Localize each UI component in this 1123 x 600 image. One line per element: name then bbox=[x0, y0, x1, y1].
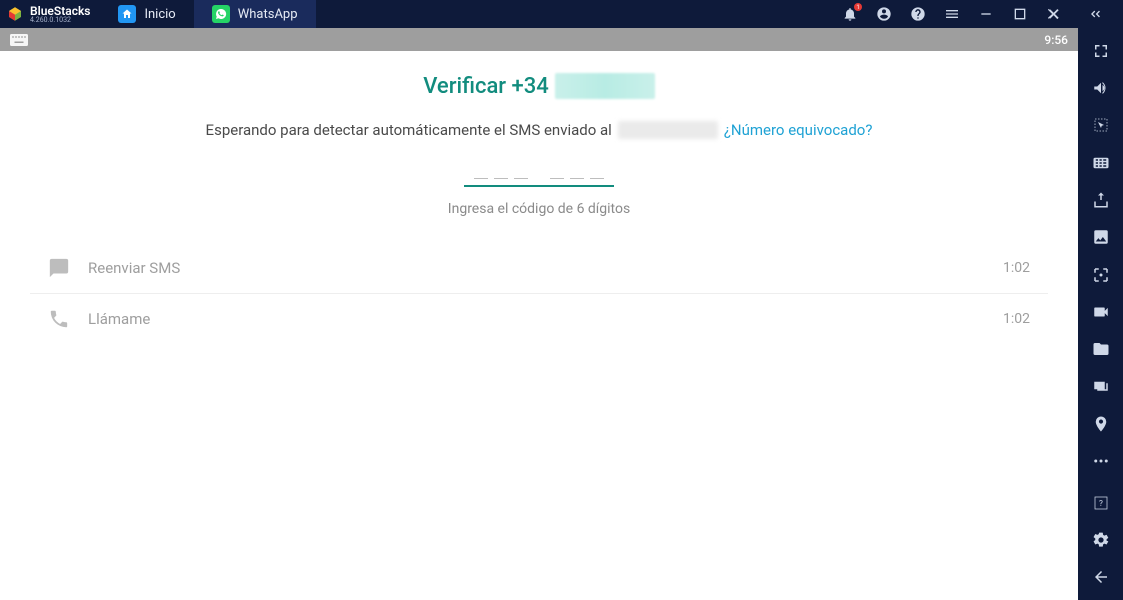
verify-sub-text: Esperando para detectar automáticamente … bbox=[206, 121, 612, 139]
resend-sms-row[interactable]: Reenviar SMS 1:02 bbox=[30, 243, 1048, 293]
verify-subtitle: Esperando para detectar automáticamente … bbox=[206, 121, 873, 139]
bluestacks-logo-icon bbox=[6, 5, 24, 23]
tabs: Inicio WhatsApp bbox=[100, 0, 315, 28]
maximize-icon[interactable] bbox=[1012, 6, 1028, 22]
back-icon[interactable] bbox=[1084, 561, 1118, 594]
brand: BlueStacks 4.260.0.1032 bbox=[30, 5, 90, 24]
multi-instance-icon[interactable] bbox=[1084, 370, 1118, 403]
volume-icon[interactable] bbox=[1084, 71, 1118, 104]
account-icon[interactable] bbox=[876, 6, 892, 22]
android-status-bar: 9:56 bbox=[0, 28, 1078, 51]
notification-badge: 1 bbox=[854, 3, 862, 11]
verify-options: Reenviar SMS 1:02 Llámame 1:02 bbox=[30, 243, 1048, 344]
locate-icon[interactable] bbox=[1084, 258, 1118, 291]
tab-label: WhatsApp bbox=[238, 7, 298, 22]
record-icon[interactable] bbox=[1084, 295, 1118, 328]
verify-title: Verificar +34 bbox=[423, 73, 655, 99]
phone-icon bbox=[48, 308, 70, 330]
folder-icon[interactable] bbox=[1084, 333, 1118, 366]
whatsapp-verify-screen: Verificar +34 Esperando para detectar au… bbox=[0, 51, 1078, 600]
help-box-icon[interactable]: ? bbox=[1084, 486, 1118, 519]
call-me-row[interactable]: Llámame 1:02 bbox=[30, 294, 1048, 344]
settings-icon[interactable] bbox=[1084, 523, 1118, 556]
brand-version: 4.260.0.1032 bbox=[30, 17, 90, 24]
tab-label: Inicio bbox=[144, 7, 175, 22]
redacted-number bbox=[555, 73, 655, 99]
redacted-number-small bbox=[618, 121, 718, 139]
whatsapp-icon bbox=[212, 5, 230, 23]
resend-label: Reenviar SMS bbox=[88, 259, 180, 277]
title-bar-actions: 1 bbox=[842, 6, 1072, 22]
status-time: 9:56 bbox=[1044, 33, 1068, 47]
title-bar: BlueStacks 4.260.0.1032 Inicio WhatsApp … bbox=[0, 0, 1123, 28]
call-timer: 1:02 bbox=[1003, 311, 1030, 327]
notifications-icon[interactable]: 1 bbox=[842, 6, 858, 22]
tab-whatsapp[interactable]: WhatsApp bbox=[194, 0, 316, 28]
wrong-number-link[interactable]: ¿Número equivocado? bbox=[724, 121, 873, 139]
app-viewport: 9:56 Verificar +34 Esperando para detect… bbox=[0, 28, 1078, 600]
location-pin-icon[interactable] bbox=[1084, 407, 1118, 440]
close-icon[interactable] bbox=[1046, 6, 1062, 22]
screenshot-icon[interactable] bbox=[1084, 221, 1118, 254]
call-label: Llámame bbox=[88, 310, 150, 328]
minimize-icon[interactable] bbox=[978, 6, 994, 22]
resend-timer: 1:02 bbox=[1003, 260, 1030, 276]
home-icon bbox=[118, 5, 136, 23]
keyboard-icon bbox=[10, 33, 28, 47]
collapse-rail-icon[interactable] bbox=[1072, 0, 1117, 28]
svg-text:?: ? bbox=[1099, 499, 1103, 509]
install-apk-icon[interactable] bbox=[1084, 183, 1118, 216]
verify-title-text: Verificar +34 bbox=[423, 74, 549, 99]
cursor-lock-icon[interactable] bbox=[1084, 109, 1118, 142]
code-hint: Ingresa el código de 6 dígitos bbox=[448, 201, 630, 217]
tab-home[interactable]: Inicio bbox=[100, 0, 193, 28]
menu-icon[interactable] bbox=[944, 6, 960, 22]
code-input[interactable] bbox=[464, 167, 614, 187]
brand-name: BlueStacks bbox=[30, 5, 90, 17]
sms-icon bbox=[48, 257, 70, 279]
help-icon[interactable] bbox=[910, 6, 926, 22]
keyboard-controls-icon[interactable] bbox=[1084, 146, 1118, 179]
side-rail: ? bbox=[1078, 28, 1123, 600]
more-icon[interactable] bbox=[1084, 445, 1118, 478]
fullscreen-icon[interactable] bbox=[1084, 34, 1118, 67]
